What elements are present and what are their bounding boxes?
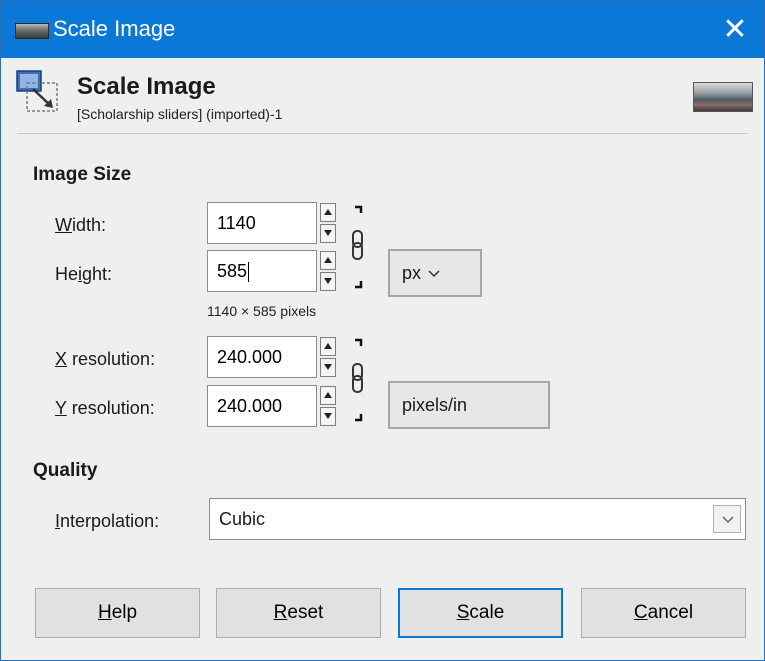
width-input[interactable] [207,202,317,244]
image-name: [Scholarship sliders] (imported)-1 [77,106,283,122]
spin-down-icon [324,413,332,419]
text-caret [248,262,250,283]
spin-up-icon [324,392,332,398]
help-button[interactable]: Help [35,588,200,638]
x-resolution-spin-down-button[interactable] [320,358,336,377]
close-button[interactable]: ✕ [706,1,764,58]
width-label: Width: [55,215,107,235]
cancel-button[interactable]: Cancel [581,588,746,638]
resolution-chain-button[interactable] [349,338,371,422]
quality-heading: Quality [33,460,98,481]
title-bar: Scale Image ✕ [1,1,764,58]
height-spin-down-button[interactable] [320,272,336,291]
resolution-unit-value: pixels/in [402,395,468,415]
spin-down-icon [324,364,332,370]
size-chain-button[interactable] [349,205,371,289]
chevron-down-icon [722,516,734,524]
dialog-heading: Scale Image [77,73,216,100]
height-spinner [320,250,336,292]
chain-link-icon [352,230,363,260]
spin-down-icon [324,230,332,236]
dialog-header: Scale Image [Scholarship sliders] (impor… [1,58,764,132]
resolution-unit-combo[interactable]: pixels/in [388,381,550,429]
width-spin-up-button[interactable] [320,203,336,222]
y-resolution-input[interactable] [207,385,317,427]
reset-button[interactable]: Reset [216,588,381,638]
image-size-heading: Image Size [33,164,132,185]
app-icon [15,23,49,39]
y-resolution-spinner [320,385,336,427]
spin-down-icon [324,278,332,284]
interpolation-combo[interactable]: Cubic [209,498,746,540]
spin-up-icon [324,257,332,263]
y-resolution-label: Y resolution: [55,398,155,418]
chain-link-icon [352,363,363,393]
y-resolution-spin-down-button[interactable] [320,407,336,426]
spin-up-icon [324,343,332,349]
size-unit-combo[interactable]: px [388,249,482,297]
x-resolution-input[interactable] [207,336,317,378]
image-thumbnail [693,82,753,112]
interpolation-label: Interpolation: [55,511,160,531]
size-unit-value: px [402,263,422,283]
interpolation-value: Cubic [219,509,266,529]
width-spin-down-button[interactable] [320,224,336,243]
scale-image-dialog: Scale Image ✕ Scale Image [Scholarship s… [0,0,765,661]
height-input[interactable]: 585 [207,250,317,292]
scale-button[interactable]: Scale [398,588,563,638]
height-spin-up-button[interactable] [320,251,336,270]
x-resolution-spinner [320,336,336,378]
header-separator [17,133,748,134]
chevron-down-icon [428,270,440,278]
pixel-dimensions-info: 1140 × 585 pixels [207,303,317,319]
height-label: Height: [55,264,113,284]
width-spinner [320,202,336,244]
y-resolution-spin-up-button[interactable] [320,386,336,405]
scale-image-icon [16,70,58,112]
interpolation-dropdown-button[interactable] [713,505,741,533]
window-title: Scale Image [53,16,176,41]
spin-up-icon [324,209,332,215]
x-resolution-label: X resolution: [55,349,156,369]
x-resolution-spin-up-button[interactable] [320,337,336,356]
close-icon: ✕ [722,13,748,46]
